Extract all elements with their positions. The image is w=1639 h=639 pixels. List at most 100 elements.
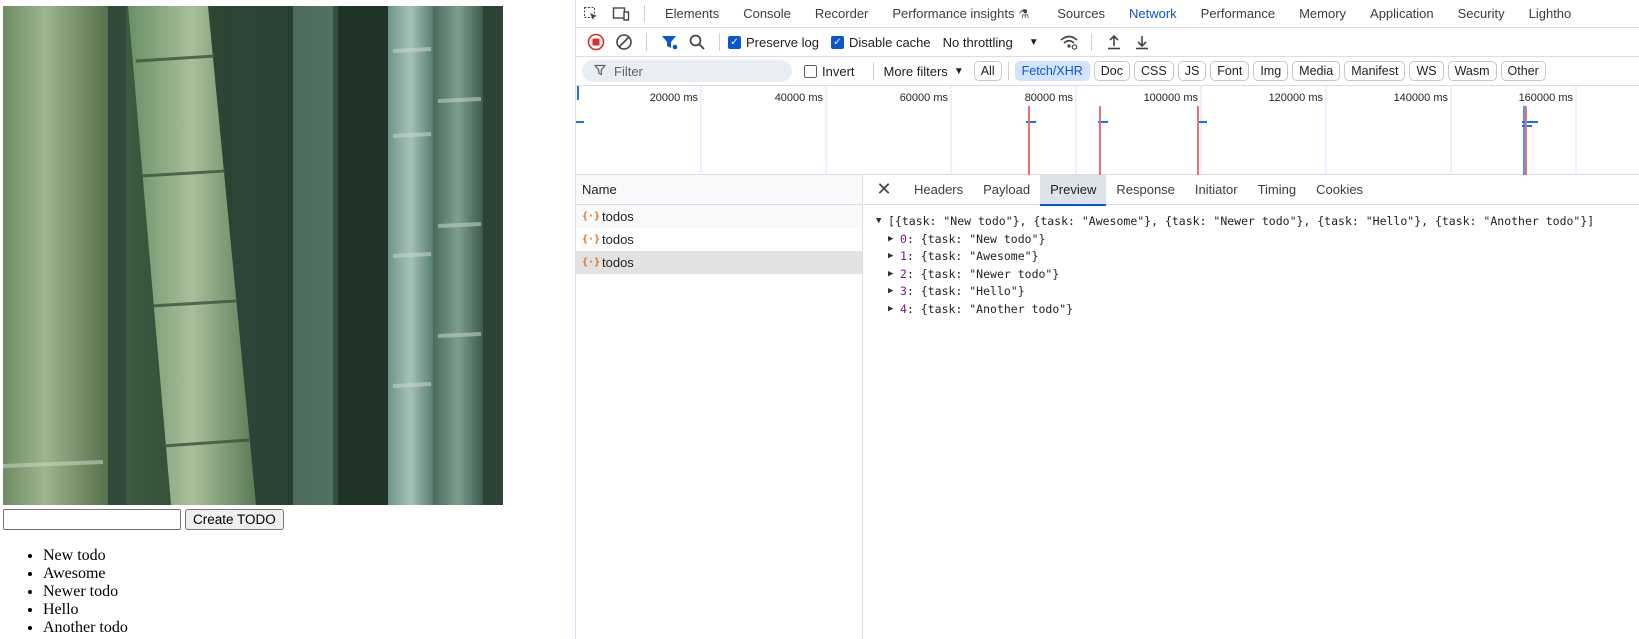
todo-item: Another todo — [43, 619, 128, 637]
tab-security[interactable]: Security — [1446, 0, 1517, 27]
request-row[interactable]: {·} todos — [576, 251, 862, 274]
collapsed-triangle-icon[interactable]: ▶ — [888, 266, 900, 284]
checkbox-checked-icon: ✓ — [728, 35, 741, 49]
clear-icon[interactable] — [610, 28, 638, 56]
tab-elements[interactable]: Elements — [653, 0, 731, 27]
disable-cache-checkbox[interactable]: ✓ Disable cache — [830, 34, 931, 50]
request-name: todos — [602, 255, 634, 270]
todo-input[interactable] — [3, 509, 181, 530]
request-row[interactable]: {·} todos — [576, 228, 862, 251]
network-request-area: Name {·} todos {·} todos {·} todos ✕ Hea… — [576, 174, 1639, 639]
fetch-xhr-icon: {·} — [582, 234, 601, 245]
timeline-tick-label: 140000 ms — [1393, 92, 1448, 104]
filter-funnel-icon[interactable] — [655, 28, 683, 56]
tree-item[interactable]: ▶ 0: {task: "New todo"} — [876, 231, 1639, 249]
devtools-main-tabs: Elements Console Recorder Performance in… — [576, 0, 1639, 28]
filter-chip-wasm[interactable]: Wasm — [1447, 61, 1497, 81]
more-filters-dropdown[interactable]: More filters ▼ — [884, 64, 964, 79]
tab-payload[interactable]: Payload — [973, 175, 1040, 205]
tab-sources[interactable]: Sources — [1045, 0, 1117, 27]
network-conditions-icon[interactable] — [1055, 28, 1083, 56]
filter-input[interactable]: Filter — [582, 60, 792, 82]
tree-root[interactable]: ▼ [{task: "New todo"}, {task: "Awesome"}… — [876, 213, 1639, 231]
preserve-log-checkbox[interactable]: ✓ Preserve log — [728, 35, 819, 50]
flask-icon: ⚗ — [1018, 6, 1030, 21]
create-todo-button[interactable]: Create TODO — [185, 509, 284, 530]
checkbox-checked-icon: ✓ — [830, 35, 844, 49]
tree-item-colon: : — [906, 284, 921, 298]
search-icon[interactable] — [683, 28, 711, 56]
tree-item-index: 3 — [900, 284, 907, 298]
collapsed-triangle-icon[interactable]: ▶ — [888, 301, 900, 319]
filter-chip-doc[interactable]: Doc — [1093, 61, 1130, 81]
filter-chip-font[interactable]: Font — [1210, 61, 1250, 81]
tree-item-value: {task: "Awesome"} — [920, 249, 1039, 263]
filter-chip-css[interactable]: CSS — [1134, 61, 1174, 81]
collapsed-triangle-icon[interactable]: ▶ — [888, 231, 900, 249]
tab-timing[interactable]: Timing — [1248, 175, 1307, 205]
expanded-triangle-icon[interactable]: ▼ — [876, 213, 888, 231]
tab-memory[interactable]: Memory — [1287, 0, 1358, 27]
filter-chip-js[interactable]: JS — [1177, 61, 1207, 81]
devtools-panel: Elements Console Recorder Performance in… — [575, 0, 1639, 639]
tab-lighthouse[interactable]: Lightho — [1517, 0, 1584, 27]
tab-console[interactable]: Console — [731, 0, 803, 27]
tab-network[interactable]: Network — [1116, 0, 1189, 27]
tab-performance-insights[interactable]: Performance insights — [880, 0, 1018, 27]
filter-chip-img[interactable]: Img — [1253, 61, 1289, 81]
filter-chip-ws[interactable]: WS — [1409, 61, 1444, 81]
todo-item: Hello — [43, 601, 128, 619]
filter-placeholder: Filter — [614, 63, 643, 79]
tab-initiator[interactable]: Initiator — [1185, 175, 1248, 205]
timeline-tick-label: 80000 ms — [1024, 92, 1073, 104]
tree-item[interactable]: ▶ 4: {task: "Another todo"} — [876, 301, 1639, 319]
filter-chip-other[interactable]: Other — [1500, 61, 1546, 81]
import-har-icon[interactable] — [1100, 28, 1128, 56]
filter-funnel-icon — [593, 64, 607, 79]
tab-preview[interactable]: Preview — [1040, 174, 1107, 206]
collapsed-triangle-icon[interactable]: ▶ — [888, 283, 900, 301]
network-overview-timeline[interactable]: 20000 ms 40000 ms 60000 ms 80000 ms 1000… — [576, 86, 1639, 175]
bamboo-photo — [3, 6, 503, 505]
timeline-tick-label: 60000 ms — [899, 92, 948, 104]
tab-headers[interactable]: Headers — [904, 175, 973, 205]
tree-item-colon: : — [906, 249, 921, 263]
tab-application[interactable]: Application — [1358, 0, 1446, 27]
request-detail-panel: ✕ Headers Payload Preview Response Initi… — [864, 174, 1639, 639]
filter-chip-media[interactable]: Media — [1292, 61, 1341, 81]
tree-item-value: {task: "Hello"} — [920, 284, 1025, 298]
tree-item-index: 4 — [900, 301, 907, 316]
timeline-tick-label: 20000 ms — [649, 92, 698, 104]
dropdown-arrow-icon: ▼ — [1028, 36, 1039, 48]
stop-recording-icon[interactable] — [582, 28, 610, 56]
todo-item: Newer todo — [43, 583, 128, 601]
invert-label: Invert — [822, 63, 855, 79]
tree-item[interactable]: ▶ 1: {task: "Awesome"} — [876, 248, 1639, 266]
tab-recorder[interactable]: Recorder — [803, 0, 880, 27]
name-column-header[interactable]: Name — [576, 175, 862, 205]
filter-chip-manifest[interactable]: Manifest — [1344, 61, 1406, 81]
tree-item[interactable]: ▶ 3: {task: "Hello"} — [876, 283, 1639, 301]
collapsed-triangle-icon[interactable]: ▶ — [888, 248, 900, 266]
tree-item-value: {task: "Another todo"} — [920, 301, 1074, 316]
throttling-value: No throttling — [942, 34, 1013, 50]
close-icon[interactable]: ✕ — [864, 179, 904, 200]
preserve-log-label: Preserve log — [746, 34, 819, 50]
tree-item-colon: : — [906, 301, 921, 316]
json-preview-tree: ▼ [{task: "New todo"}, {task: "Awesome"}… — [864, 205, 1639, 318]
throttling-select[interactable]: No throttling ▼ — [943, 35, 1039, 50]
tab-cookies[interactable]: Cookies — [1306, 175, 1373, 205]
request-name: todos — [602, 232, 634, 247]
filter-chip-fetch-xhr[interactable]: Fetch/XHR — [1014, 61, 1090, 81]
device-toolbar-icon[interactable] — [606, 0, 636, 27]
web-page: Create TODO New todo Awesome Newer todo … — [0, 0, 575, 639]
export-har-icon[interactable] — [1128, 28, 1156, 56]
disable-cache-label: Disable cache — [848, 34, 931, 50]
tab-response[interactable]: Response — [1106, 175, 1185, 205]
tab-performance[interactable]: Performance — [1189, 0, 1287, 27]
tree-item[interactable]: ▶ 2: {task: "Newer todo"} — [876, 266, 1639, 284]
inspect-element-icon[interactable] — [576, 0, 606, 27]
filter-chip-all[interactable]: All — [973, 61, 1002, 81]
invert-checkbox[interactable]: Invert — [804, 64, 855, 79]
request-row[interactable]: {·} todos — [576, 205, 862, 228]
